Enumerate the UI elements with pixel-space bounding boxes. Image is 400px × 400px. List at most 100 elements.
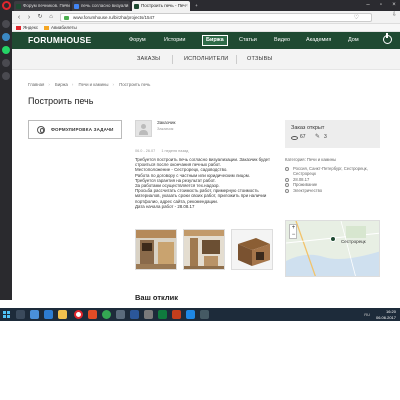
opera-logo-icon[interactable]	[2, 1, 11, 10]
plane-icon	[44, 26, 49, 30]
new-tab-button[interactable]: +	[192, 1, 201, 11]
ie-icon[interactable]	[44, 310, 53, 319]
task-dates: 06.0 - 26.07	[135, 149, 156, 153]
task-view-icon[interactable]	[30, 310, 39, 319]
bookmark-aviatickets[interactable]: Авиабилеты	[44, 24, 77, 32]
yandex-icon	[16, 26, 21, 30]
download-icon[interactable]: ⇩	[392, 11, 397, 20]
nav-articles[interactable]: Статьи	[239, 32, 257, 49]
author-name[interactable]: Заказчик	[157, 120, 175, 125]
description-line: Дата начала работ - 28.08.17	[135, 203, 195, 209]
bookmark-yandex[interactable]: Яндекс	[16, 24, 38, 32]
calendar-icon	[285, 177, 289, 182]
lock-icon	[64, 16, 69, 20]
forward-icon[interactable]: ›	[25, 13, 33, 22]
back-icon[interactable]: ‹	[15, 13, 23, 22]
app-icon[interactable]	[186, 310, 195, 319]
map-pin-icon[interactable]	[330, 236, 336, 242]
app-icon[interactable]	[144, 310, 153, 319]
folder-icon[interactable]	[58, 310, 67, 319]
app-icon[interactable]	[200, 310, 209, 319]
breadcrumb-item[interactable]: Печи и камины	[79, 82, 109, 88]
opera-sidebar	[0, 0, 12, 308]
views-count: 67	[300, 134, 306, 140]
language-indicator[interactable]: RU	[364, 308, 370, 321]
speed-dial-icon[interactable]	[2, 20, 10, 28]
location-map[interactable]: + − Сестрорецк	[285, 220, 380, 277]
lightning-icon	[285, 188, 289, 193]
page-title: Построить печь	[28, 96, 94, 106]
sub-nav: ЗАКАЗЫ ИСПОЛНИТЕЛИ ОТЗЫВЫ	[12, 49, 400, 70]
close-icon[interactable]: ×	[65, 1, 68, 11]
tab-strip: Форум печников. Печи × печь согласно виз…	[12, 0, 400, 11]
minimize-icon[interactable]: –	[362, 0, 374, 10]
home-icon[interactable]: ⌂	[47, 13, 55, 22]
tab-favicon-icon	[134, 4, 139, 9]
order-info: Категория: Печи и камины Россия, Санкт-П…	[285, 157, 380, 193]
address-row: ‹ › ↻ ⌂ www.forumhouse.ru/birzha/project…	[12, 11, 400, 24]
tab-1[interactable]: Форум печников. Печи ×	[14, 1, 70, 11]
nav-stories[interactable]: Истории	[164, 32, 185, 49]
history-icon[interactable]	[2, 59, 10, 67]
window-close-icon[interactable]: ×	[388, 0, 400, 10]
search-icon	[37, 126, 45, 134]
nav-video[interactable]: Видео	[274, 32, 290, 49]
avatar[interactable]	[135, 120, 152, 137]
site-logo[interactable]: FORUMHOUSE	[28, 35, 91, 46]
url-text: www.forumhouse.ru/birzha/projects/1547	[73, 15, 155, 20]
bids-count: 3	[324, 134, 327, 140]
bookmarks-bar: Яндекс Авиабилеты	[12, 24, 400, 32]
url-bar[interactable]: www.forumhouse.ru/birzha/projects/1547 ♡	[60, 13, 372, 22]
excel-icon[interactable]	[158, 310, 167, 319]
app-icon[interactable]	[88, 310, 97, 319]
search-icon[interactable]	[16, 310, 25, 319]
close-icon[interactable]: ×	[125, 1, 128, 11]
whatsapp-icon[interactable]	[2, 46, 10, 54]
breadcrumb-item[interactable]: Биржа	[55, 82, 68, 88]
messenger-icon[interactable]	[2, 33, 10, 41]
clock[interactable]: 16:20 06.06.2017	[376, 309, 396, 320]
stove-render-thumbnail[interactable]	[231, 229, 273, 270]
clock-date: 06.06.2017	[375, 314, 396, 320]
formulate-task-label: ФОРМУЛИРОВКА ЗАДАЧИ	[51, 127, 114, 132]
start-button[interactable]	[3, 311, 10, 318]
bookmark-heart-icon[interactable]: ♡	[354, 14, 359, 23]
eye-icon	[291, 136, 298, 140]
nav-forum[interactable]: Форум	[129, 32, 146, 49]
tab-label: Построить печь - Печ	[141, 3, 186, 8]
maximize-icon[interactable]: ▫	[375, 0, 387, 10]
app-icon[interactable]	[116, 310, 125, 319]
order-location: Россия, Санкт-Петербург, Сестрорецк, Сес…	[293, 165, 368, 177]
breadcrumb-item[interactable]: Главная	[28, 82, 44, 88]
nav-academy[interactable]: Академия	[306, 32, 331, 49]
breadcrumb-arrow-icon: ›	[48, 82, 50, 87]
bids-icon: ✎	[315, 134, 321, 140]
powerpoint-icon[interactable]	[172, 310, 181, 319]
formulate-task-button[interactable]: ФОРМУЛИРОВКА ЗАДАЧИ	[28, 120, 122, 139]
tab-favicon-icon	[16, 4, 21, 9]
chrome-icon[interactable]	[102, 310, 111, 319]
zoom-out-button[interactable]: −	[290, 232, 297, 239]
task-meta: 06.0 - 26.07 1 неделя назад	[135, 149, 193, 154]
bookmark-label: Яндекс	[23, 25, 39, 30]
tab-3[interactable]: Построить печь - Печ ×	[132, 1, 190, 11]
clock-icon[interactable]	[2, 72, 10, 80]
order-power: Электричество	[293, 187, 323, 193]
zoom-in-button[interactable]: +	[290, 225, 297, 232]
reload-icon[interactable]: ↻	[36, 13, 44, 22]
close-icon[interactable]: ×	[185, 1, 188, 11]
stove-render-thumbnail[interactable]	[135, 229, 177, 270]
nav-exchange[interactable]: Биржа	[202, 35, 228, 46]
stove-render-thumbnail[interactable]	[183, 229, 225, 270]
breadcrumb-arrow-icon: ›	[71, 82, 74, 87]
subnav-reviews[interactable]: ОТЗЫВЫ	[247, 49, 273, 70]
power-icon[interactable]	[383, 33, 392, 44]
tab-2[interactable]: печь согласно визуали ×	[72, 1, 130, 11]
word-icon[interactable]	[130, 310, 139, 319]
nav-home[interactable]: Дом	[348, 32, 359, 49]
opera-taskbar-icon[interactable]	[74, 310, 83, 319]
subnav-performers[interactable]: ИСПОЛНИТЕЛИ	[184, 49, 228, 70]
task-description: Требуется построить печь согласно визуал…	[135, 157, 275, 209]
map-zoom-control: + −	[289, 224, 297, 239]
subnav-orders[interactable]: ЗАКАЗЫ	[137, 49, 160, 70]
